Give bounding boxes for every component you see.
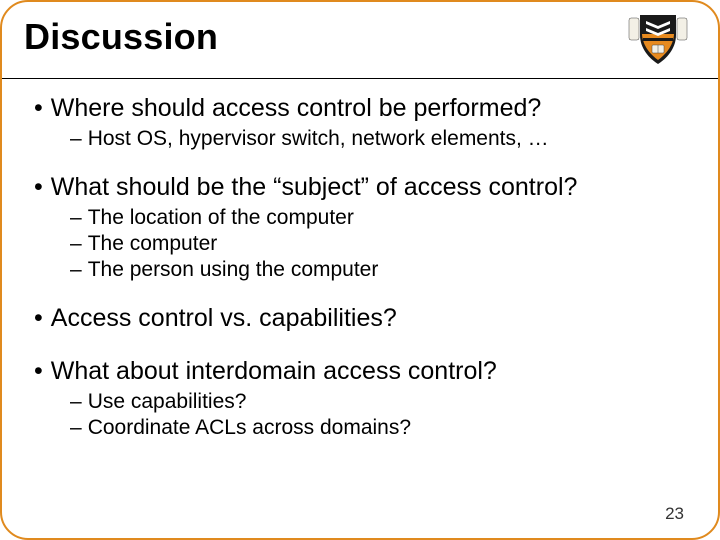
bullet-q3: •Access control vs. capabilities? [34,304,686,333]
subbullet-text: Coordinate ACLs across domains? [88,416,411,439]
title-row: Discussion [24,16,696,58]
subbullet-q1-1: –Host OS, hypervisor switch, network ele… [70,127,686,151]
slide-frame: Discussion •Where should access control … [0,0,720,540]
slide-body: •Where should access control be performe… [34,94,686,498]
subbullet-text: Use capabilities? [88,390,247,413]
subbullet-q2-1: –The location of the computer [70,206,686,230]
subbullet-text: The location of the computer [88,206,354,229]
title-divider [2,78,718,79]
page-number: 23 [665,504,684,524]
bullet-q1: •Where should access control be performe… [34,94,686,123]
bullet-text: Access control vs. capabilities? [51,304,397,332]
bullet-text: What should be the “subject” of access c… [51,173,578,201]
subbullet-q4-1: –Use capabilities? [70,390,686,414]
bullet-text: Where should access control be performed… [51,94,542,122]
subbullet-q2-2: –The computer [70,232,686,256]
subbullet-text: Host OS, hypervisor switch, network elem… [88,127,549,150]
princeton-shield-icon [628,12,688,67]
subbullet-q2-3: –The person using the computer [70,258,686,282]
page-title: Discussion [24,16,696,58]
bullet-q2: •What should be the “subject” of access … [34,173,686,202]
bullet-text: What about interdomain access control? [51,357,497,385]
subbullet-text: The person using the computer [88,258,379,281]
subbullet-text: The computer [88,232,218,255]
subbullet-q4-2: –Coordinate ACLs across domains? [70,416,686,440]
bullet-q4: •What about interdomain access control? [34,357,686,386]
